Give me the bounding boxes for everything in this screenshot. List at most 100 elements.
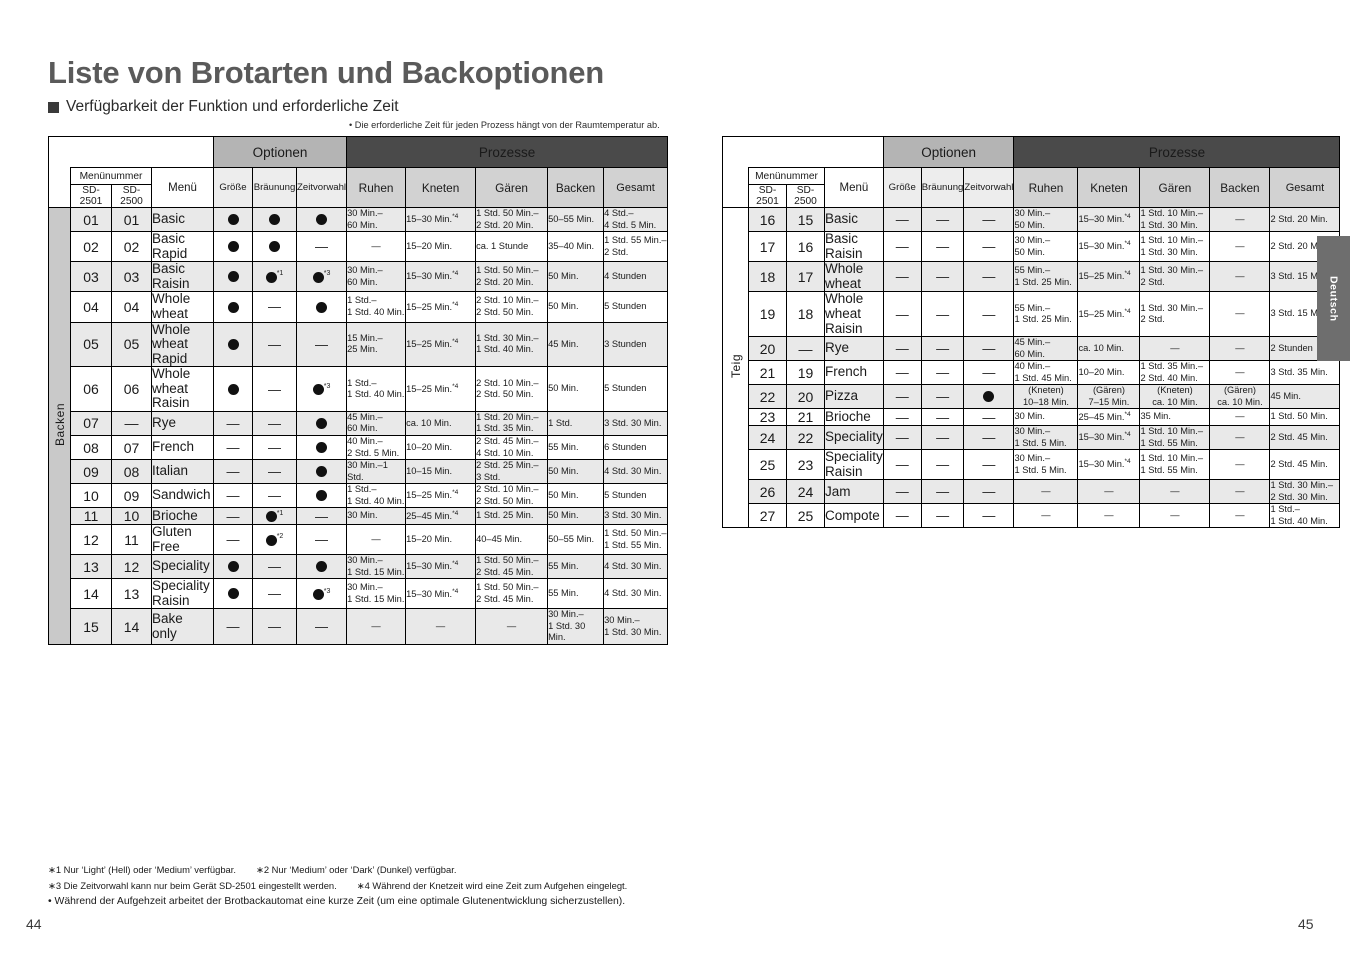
timer-unavailable-dash: — (982, 365, 996, 381)
crust-unavailable-dash: — (268, 299, 281, 315)
process-rise-cell: 1 Std. 50 Min.– 2 Std. 45 Min. (475, 554, 549, 580)
footnote-row-2: ∗3 Die Zeitvorwahl kann nur beim Gerät S… (48, 878, 808, 894)
section-heading-label: Verfügbarkeit der Funktion und erforderl… (66, 98, 399, 115)
process-knead-cell: — (1077, 503, 1141, 529)
process-rest-cell: — (1013, 503, 1079, 529)
menu-name: Basic (151, 206, 214, 233)
table-row: 17 16 Basic Raisin — — — 30 Min.– 50 Min. 15–30 M… (723, 231, 1341, 263)
option-crust-cell: — (252, 410, 297, 437)
option-size-cell (213, 231, 253, 263)
menu-number-sd2500: 02 (111, 231, 152, 263)
process-knead-cell: 15–25 Min.*4 (405, 321, 477, 368)
table-row: 23 21 Brioche — — — 30 Min. 25–45 Min.*4 35 Min.… (723, 408, 1341, 427)
option-timer-cell: — (963, 360, 1015, 386)
footnote-row-1: ∗1 Nur ‘Light’ (Hell) oder ‘Medium’ verf… (48, 862, 808, 878)
option-crust-cell: *1 (252, 261, 297, 293)
bake-programs-table-container: Optionen Prozesse Menünummer Menü Größe Bräun… (48, 136, 669, 645)
crust-unavailable-dash: — (936, 306, 950, 322)
option-timer-cell: — (295, 608, 348, 645)
crust-footnote-ref: *2 (276, 533, 284, 541)
table-row: 20— Rye — — —45 Min.– 60 Min. ca. 10 Min. — —2 S… (723, 336, 1341, 362)
menu-name: Speciality Raisin (824, 449, 884, 481)
option-timer-cell: — (295, 231, 348, 263)
header-rise: Gären (1139, 167, 1211, 208)
menu-name: Whole wheat Raisin (151, 366, 214, 412)
menu-number-sd2501: 22 (748, 384, 787, 410)
process-rest-cell: 15 Min.– 25 Min. (346, 321, 407, 368)
process-rest-cell: 30 Min.– 50 Min. (1013, 231, 1079, 263)
menu-number-sd2500: 22 (786, 425, 825, 451)
option-timer-cell (295, 206, 348, 233)
timer-available-dot (312, 384, 324, 396)
table-row: 15 14 Bake only — — — — — —30 Min.– 1 Std. 30 Min.… (49, 608, 669, 645)
option-crust-cell: — (920, 479, 965, 505)
process-knead-cell: 15–30 Min.*4 (405, 206, 477, 233)
process-rest-cell: 30 Min.– 1 Std. 5 Min. (1013, 449, 1079, 481)
size-unavailable-dash: — (895, 457, 909, 473)
menu-number-sd2501: 12 (70, 524, 112, 556)
option-timer-cell: — (295, 321, 348, 368)
process-rest-cell: 30 Min.– 1 Std. 15 Min. (346, 578, 407, 610)
crust-unavailable-dash: — (268, 559, 281, 575)
option-timer-cell (295, 434, 348, 461)
header-model-sd2501: SD-2501 (70, 184, 112, 208)
table-row: 03 03 Basic Raisin *1 *3 30 Min.– 60 Min. 15–30 … (49, 261, 669, 293)
crust-unavailable-dash: — (268, 440, 281, 456)
process-total-cell: 1 Std. 30 Min.– 2 Std. 30 Min. (1269, 479, 1341, 505)
option-crust-cell: — (252, 291, 297, 323)
crust-unavailable-dash: — (936, 457, 950, 473)
process-rise-cell: 1 Std. 30 Min.– 1 Std. 40 Min. (475, 321, 549, 368)
size-unavailable-dash: — (895, 212, 909, 228)
menu-number-sd2500: 14 (111, 608, 152, 645)
group-header-spacer (48, 136, 214, 168)
process-knead-cell: 15–30 Min.*4 (1077, 231, 1141, 263)
process-rest-cell: — (346, 524, 407, 556)
menu-number-sd2501: 07 (70, 410, 112, 437)
option-size-cell: — (882, 503, 922, 529)
process-rise-cell: 1 Std. 35 Min.– 2 Std. 40 Min. (1139, 360, 1211, 386)
option-size-cell (213, 578, 253, 610)
process-bake-cell: (Gären) ca. 10 Min. (1209, 384, 1271, 410)
table-row: 10 09 Sandwich — — 1 Std.– 1 Std. 40 Min. 15–25… (49, 483, 669, 509)
page-number-right: 45 (1298, 916, 1314, 932)
option-crust-cell: *2 (252, 524, 297, 556)
menu-number-sd2500: 18 (786, 291, 825, 338)
header-bake: Backen (1209, 167, 1271, 208)
knead-footnote-ref: *4 (452, 213, 459, 221)
crust-unavailable-dash: — (936, 212, 950, 228)
header-total: Gesamt (1269, 167, 1341, 208)
menu-number-sd2501: 13 (70, 554, 112, 580)
table-row: 19 18 Whole wheat Raisin — — — 55 Min.– 1 Std. 25… (723, 291, 1341, 338)
process-rest-cell: 45 Min.– 60 Min. (346, 410, 407, 437)
process-rise-cell: 2 Std. 10 Min.– 2 Std. 50 Min. (475, 483, 549, 509)
process-total-cell: 4 Std. 30 Min. (603, 554, 669, 580)
process-total-cell: 4 Std. 30 Min. (603, 459, 669, 485)
process-rise-cell: 2 Std. 45 Min.– 4 Std. 10 Min. (475, 434, 549, 461)
process-knead-cell: 15–20 Min. (405, 524, 477, 556)
process-total-cell: 2 Std. 20 Min. (1269, 206, 1341, 233)
menu-number-sd2500: 11 (111, 524, 152, 556)
footnote-3: ∗3 Die Zeitvorwahl kann nur beim Gerät S… (48, 879, 337, 891)
menu-number-sd2500: — (111, 410, 152, 437)
process-rest-cell: — (1013, 479, 1079, 505)
process-rest-cell: 30 Min. (1013, 408, 1079, 427)
option-crust-cell: — (252, 459, 297, 485)
process-bake-cell: — (1209, 425, 1271, 451)
knead-footnote-ref: *4 (452, 587, 459, 595)
menu-number-sd2501: 26 (748, 479, 787, 505)
header-menu: Menü (151, 167, 214, 208)
table-row: Teig 16 15 Basic — — —30 Min.– 50 Min. 15–30 Min… (722, 206, 1341, 529)
option-timer-cell (295, 459, 348, 485)
header-bake: Backen (547, 167, 605, 208)
crust-unavailable-dash: — (936, 484, 950, 500)
option-timer-cell: — (963, 425, 1015, 451)
timer-available-dot (316, 490, 328, 502)
process-total-cell: 1 Std.– 1 Std. 40 Min. (1269, 503, 1341, 529)
timer-footnote-ref: *3 (323, 270, 331, 278)
process-rise-cell: 1 Std. 30 Min.– 2 Std. (1139, 261, 1211, 293)
crust-available-dot (265, 271, 277, 283)
menu-number-sd2500: 25 (786, 503, 825, 529)
option-size-cell (213, 366, 253, 412)
crust-available-dot (269, 241, 280, 253)
table-row: 26 24 Jam — — — — — — —1 Std. 30 Min.– 2 Std. 30 M… (723, 479, 1341, 505)
